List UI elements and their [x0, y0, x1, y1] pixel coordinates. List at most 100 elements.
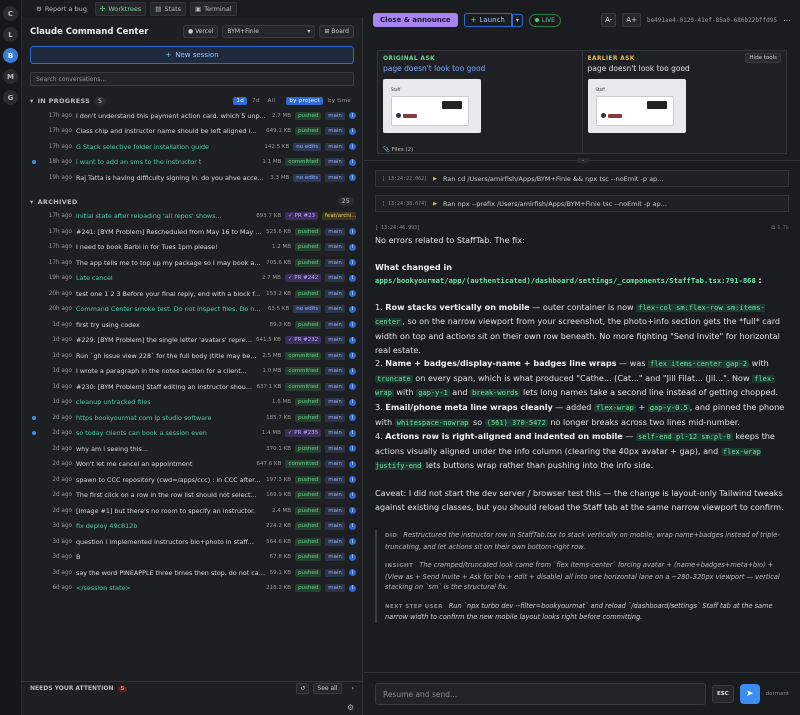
new-session-button[interactable]: + New session [30, 46, 354, 64]
info-icon[interactable]: i [349, 569, 356, 577]
search-input[interactable]: Search conversations... [30, 72, 354, 86]
session-row[interactable]: 19h ago Raj Tatta is having difficulty s… [22, 170, 362, 186]
in-progress-header[interactable]: ▾ IN PROGRESS 5 1d 7d All by project by … [22, 94, 362, 108]
launch-menu-chevron-icon[interactable]: ▾ [511, 13, 523, 27]
launch-button[interactable]: + Launch [463, 13, 512, 27]
report-bug-button[interactable]: ⚙ Report a bug [32, 3, 91, 15]
send-button[interactable]: ➤ [739, 684, 760, 704]
board-button[interactable]: ⊞ Board [319, 25, 354, 38]
more-menu-icon[interactable]: ⋯ [783, 16, 791, 25]
info-icon[interactable]: i [349, 174, 356, 182]
refresh-icon[interactable]: ↺ [296, 683, 310, 694]
info-icon[interactable]: i [349, 228, 356, 236]
font-increase-button[interactable]: A+ [622, 13, 641, 27]
close-announce-button[interactable]: Close & announce [373, 13, 458, 27]
session-row[interactable]: 18h ago i want to add an sms to the inst… [22, 155, 362, 171]
attention-bar[interactable]: NEEDS YOUR ATTENTION 5 ↺ See all › [22, 681, 362, 695]
info-icon[interactable]: i [349, 584, 356, 592]
info-icon[interactable]: i [349, 398, 356, 406]
workspace-avatar[interactable]: G [3, 90, 18, 105]
font-decrease-button[interactable]: A- [601, 13, 617, 27]
session-row[interactable]: 2d ago spawn to CCC repository (cwd=/app… [22, 472, 362, 488]
worktrees-button[interactable]: ✣ Worktrees [94, 1, 147, 16]
session-row[interactable]: 1d ago Run `gh issue view 228` for the f… [22, 348, 362, 364]
files-toggle[interactable]: 📎 Files (2) [383, 147, 413, 153]
info-icon[interactable]: i [349, 143, 356, 151]
session-row[interactable]: 17h ago I need to book Barbi in for Tues… [22, 240, 362, 256]
info-icon[interactable]: i [349, 259, 356, 267]
session-row[interactable]: 1d ago cleanup untracked files 1.6 MB pu… [22, 395, 362, 411]
session-row[interactable]: 17h ago #241: [BYM Problem] Rescheduled … [22, 224, 362, 240]
info-icon[interactable]: i [349, 305, 356, 313]
session-row[interactable]: 3d ago fix deploy 49c812b 224.2 KB pushe… [22, 519, 362, 535]
info-icon[interactable]: i [349, 352, 356, 360]
session-row[interactable]: 20h ago test one 1 2 3 Before your final… [22, 286, 362, 302]
info-icon[interactable]: i [349, 538, 356, 546]
info-icon[interactable]: i [349, 274, 356, 282]
info-icon[interactable]: i [349, 321, 356, 329]
info-icon[interactable]: i [349, 414, 356, 422]
session-row[interactable]: 1d ago #229: [BYM Problem] the single le… [22, 333, 362, 349]
workspace-avatar[interactable]: L [3, 27, 18, 42]
info-icon[interactable]: i [349, 112, 356, 120]
session-row[interactable]: 1d ago #230: [BYM Problem] Staff editing… [22, 379, 362, 395]
session-row[interactable]: 3d ago say the word PINEAPPLE three time… [22, 565, 362, 581]
gear-icon[interactable]: ⚙ [347, 703, 354, 712]
range-7d[interactable]: 7d [249, 97, 263, 105]
session-row[interactable]: 3d ago question i implemented instructor… [22, 534, 362, 550]
esc-button[interactable]: ESC [711, 685, 734, 703]
session-row[interactable]: 1d ago first try using codex 89.3 KB pus… [22, 317, 362, 333]
screenshot-thumbnail[interactable]: Staff [587, 79, 686, 133]
workspace-avatar[interactable]: C [3, 6, 18, 21]
chevron-right-icon[interactable]: › [352, 685, 354, 692]
session-row[interactable]: 2d ago [Image #1] but there's no room to… [22, 503, 362, 519]
session-row[interactable]: 2d ago Won't let me cancel an appointmen… [22, 457, 362, 473]
info-icon[interactable]: i [349, 507, 356, 515]
screenshot-thumbnail[interactable]: Staff [383, 79, 481, 133]
sort-by-time[interactable]: by time [325, 97, 354, 105]
session-row[interactable]: 6d ago </session state> 218.2 KB pushed … [22, 581, 362, 597]
info-icon[interactable]: i [349, 336, 356, 344]
session-row[interactable]: 1d ago I wrote a paragraph in the notes … [22, 364, 362, 380]
session-row[interactable]: 17h ago The app tells me to top up my pa… [22, 255, 362, 271]
info-icon[interactable]: i [349, 445, 356, 453]
tool-log-row[interactable]: [ 13:24:22.062] ▶ Ran cd /Users/amirfish… [375, 170, 789, 187]
info-icon[interactable]: i [349, 158, 356, 166]
range-1d[interactable]: 1d [233, 97, 248, 105]
info-icon[interactable]: i [349, 491, 356, 499]
info-icon[interactable]: i [349, 429, 356, 437]
session-row[interactable]: 17h ago initial state after reloading 'a… [22, 209, 362, 225]
session-row[interactable]: 17h ago G Stack selective folder install… [22, 139, 362, 155]
tool-log-row[interactable]: [ 13:24:38.674] ▶ Ran npx --prefix /User… [375, 195, 789, 212]
session-row[interactable]: 17h ago i don't understand this payment … [22, 108, 362, 124]
info-icon[interactable]: i [349, 127, 356, 135]
info-icon[interactable]: i [349, 522, 356, 530]
terminal-button[interactable]: ▣ Terminal [190, 1, 237, 16]
archived-header[interactable]: ▾ ARCHIVED 25 [22, 195, 362, 209]
session-row[interactable]: 3d ago B 67.8 KB pushed main i [22, 550, 362, 566]
info-icon[interactable]: i [349, 476, 356, 484]
session-row[interactable]: 2d ago The first click on a row in the r… [22, 488, 362, 504]
vercel-button[interactable]: ● Vercel [182, 25, 219, 38]
range-all[interactable]: All [265, 97, 279, 105]
workspace-avatar[interactable]: M [3, 69, 18, 84]
info-icon[interactable]: i [349, 290, 356, 298]
info-icon[interactable]: i [349, 367, 356, 375]
project-select[interactable]: BYM+Finie ▾ [222, 25, 316, 38]
resume-input[interactable]: Resume and send... [375, 683, 706, 705]
session-row[interactable]: 20h ago Command Center smoke test. Do no… [22, 302, 362, 318]
session-row[interactable]: 2d ago so today clients can book a sessi… [22, 426, 362, 442]
see-all-button[interactable]: See all [313, 683, 342, 694]
hide-tools-button[interactable]: Hide tools [745, 53, 781, 63]
resize-handle[interactable]: • [577, 158, 589, 163]
session-row[interactable]: 17h ago Class chip and instructor name s… [22, 124, 362, 140]
copy-button[interactable]: ⧉ 1.7k [771, 225, 789, 232]
info-icon[interactable]: i [349, 460, 356, 468]
session-row[interactable]: 2d ago https bookyourmat com lp studio s… [22, 410, 362, 426]
session-row[interactable]: 19h ago Late cancel 2.7 MB ✓ PR #242 mai… [22, 271, 362, 287]
workspace-avatar[interactable]: B [3, 48, 18, 63]
info-icon[interactable]: i [349, 553, 356, 561]
info-icon[interactable]: i [349, 243, 356, 251]
sort-by-project[interactable]: by project [286, 97, 323, 105]
info-icon[interactable]: i [349, 383, 356, 391]
